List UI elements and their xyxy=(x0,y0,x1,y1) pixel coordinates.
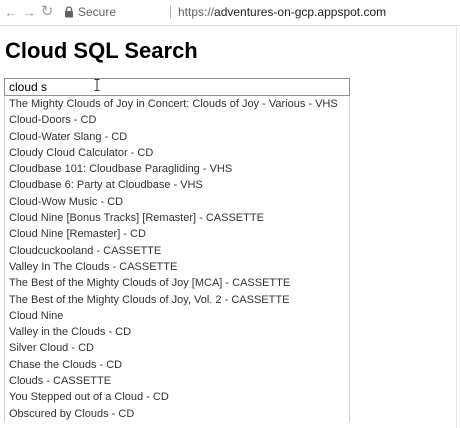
suggestion-item[interactable]: Valley in the Clouds - CD xyxy=(5,324,349,340)
suggestion-item[interactable]: The Mighty Clouds of Joy in Concert: Clo… xyxy=(5,96,349,112)
lock-icon xyxy=(65,6,73,18)
suggestion-item[interactable]: Obscured by Clouds - CD xyxy=(5,406,349,422)
suggestion-item[interactable]: Cloudcuckooland - CASSETTE xyxy=(5,243,349,259)
page-title: Cloud SQL Search xyxy=(5,38,198,63)
suggestion-item[interactable]: Cloudbase 101: Cloudbase Paragliding - V… xyxy=(5,161,349,177)
url-scheme: https:// xyxy=(178,5,215,19)
suggestion-item[interactable]: Cloud Nine [Bonus Tracks] [Remaster] - C… xyxy=(5,210,349,226)
suggestion-item[interactable]: The Best of the Mighty Clouds of Joy [MC… xyxy=(5,275,349,291)
suggestion-item[interactable]: Cloud-Water Slang - CD xyxy=(5,129,349,145)
reload-icon[interactable]: ↻ xyxy=(40,3,54,21)
suggestion-item[interactable]: Clouds - CASSETTE xyxy=(5,373,349,389)
suggestion-item[interactable]: Cloud-Doors - CD xyxy=(5,112,349,128)
url-host: adventures-on-gcp.appspot.com xyxy=(214,5,387,19)
suggestion-item[interactable]: You Stepped out of a Cloud - CD xyxy=(5,389,349,405)
window-edge xyxy=(456,26,457,428)
suggestion-item[interactable]: Cloud-Wow Music - CD xyxy=(5,194,349,210)
suggestion-item[interactable]: Cloudy Cloud Calculator - CD xyxy=(5,145,349,161)
suggestion-item[interactable]: Chase the Clouds - CD xyxy=(5,357,349,373)
suggestion-item[interactable]: The Best of the Mighty Clouds of Joy, Vo… xyxy=(5,292,349,308)
suggestion-item[interactable]: Valley In The Clouds - CASSETTE xyxy=(5,259,349,275)
browser-toolbar: ← → ↻ Secure https://adventures-on-gcp.a… xyxy=(0,0,460,26)
suggestion-item[interactable]: Silver Cloud - CD xyxy=(5,340,349,356)
arrow-left-icon[interactable]: ← xyxy=(4,3,18,21)
suggestion-item[interactable]: Cloudbase 6: Party at Cloudbase - VHS xyxy=(5,177,349,193)
text-cursor-icon xyxy=(94,79,100,91)
secure-label: Secure xyxy=(78,5,117,19)
suggestion-item[interactable]: Cloud Nine xyxy=(5,308,349,324)
search-input[interactable] xyxy=(4,78,350,96)
url-text: https://adventures-on-gcp.appspot.com xyxy=(178,3,386,21)
autocomplete-list: The Mighty Clouds of Joy in Concert: Clo… xyxy=(4,96,350,422)
address-bar[interactable]: Secure https://adventures-on-gcp.appspot… xyxy=(58,3,458,21)
arrow-right-icon[interactable]: → xyxy=(22,3,36,21)
suggestion-item[interactable]: Cloud Nine [Remaster] - CD xyxy=(5,226,349,242)
address-divider xyxy=(170,6,171,18)
